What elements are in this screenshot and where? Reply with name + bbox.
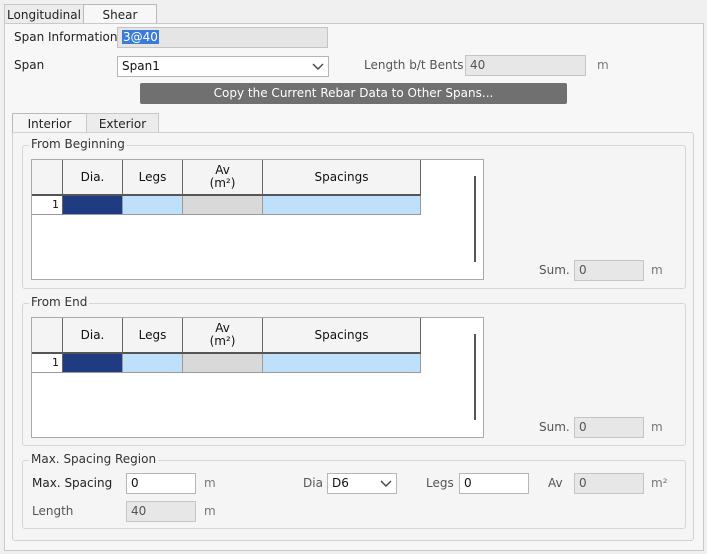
column-header-legs: Legs <box>123 318 183 354</box>
tab-interior[interactable]: Interior <box>12 113 87 133</box>
from-beginning-sum-label: Sum. <box>539 263 570 277</box>
from-end-sum-field: 0 <box>574 417 644 438</box>
length-bt-bents-label: Length b/t Bents <box>364 58 464 72</box>
span-select-value: Span1 <box>122 59 160 73</box>
max-spacing-region-title: Max. Spacing Region <box>29 452 159 466</box>
column-header-spacings: Spacings <box>263 318 421 354</box>
dia-select-value: D6 <box>332 476 349 490</box>
length-label: Length <box>32 504 74 518</box>
av-label: Av <box>548 476 563 490</box>
av-field: 0 <box>574 473 644 494</box>
row-header-corner <box>32 160 63 196</box>
row-header-corner <box>32 318 63 354</box>
span-information-value: 3@40 <box>122 30 159 44</box>
row-number: 1 <box>32 196 63 215</box>
column-header-dia: Dia. <box>63 160 123 196</box>
length-field: 40 <box>126 501 196 522</box>
cell-av <box>183 196 263 215</box>
max-spacing-region-group <box>22 460 686 529</box>
cell-dia[interactable] <box>63 354 123 373</box>
chevron-down-icon <box>380 480 392 487</box>
from-beginning-sum-field: 0 <box>574 260 644 281</box>
cell-spacings[interactable] <box>263 196 421 215</box>
from-beginning-title: From Beginning <box>29 137 127 151</box>
length-unit: m <box>204 504 216 518</box>
av-unit: m² <box>651 476 668 490</box>
copy-rebar-data-button[interactable]: Copy the Current Rebar Data to Other Spa… <box>140 83 567 104</box>
from-beginning-grid[interactable]: Dia. Legs Av (m²) Spacings 1 <box>31 159 484 280</box>
vertical-scrollbar[interactable] <box>474 334 476 420</box>
max-spacing-label: Max. Spacing <box>32 476 113 490</box>
column-header-av: Av (m²) <box>183 160 263 196</box>
tab-longitudinal[interactable]: Longitudinal <box>4 4 84 24</box>
span-information-field[interactable]: 3@40 <box>117 27 328 48</box>
from-end-sum-label: Sum. <box>539 420 570 434</box>
span-label: Span <box>14 58 45 72</box>
from-beginning-sum-unit: m <box>651 263 663 277</box>
from-end-sum-unit: m <box>651 420 663 434</box>
legs-input[interactable]: 0 <box>459 473 529 494</box>
cell-legs[interactable] <box>123 196 183 215</box>
max-spacing-input[interactable]: 0 <box>126 473 196 494</box>
legs-label: Legs <box>426 476 454 490</box>
span-select[interactable]: Span1 <box>117 56 329 77</box>
max-spacing-unit: m <box>204 476 216 490</box>
from-end-grid[interactable]: Dia. Legs Av (m²) Spacings 1 <box>31 317 484 438</box>
chevron-down-icon <box>312 63 324 70</box>
cell-av <box>183 354 263 373</box>
column-header-av: Av (m²) <box>183 318 263 354</box>
row-number: 1 <box>32 354 63 373</box>
dia-select[interactable]: D6 <box>327 473 397 494</box>
dia-label: Dia <box>303 476 323 490</box>
tab-shear[interactable]: Shear <box>83 4 157 24</box>
column-header-legs: Legs <box>123 160 183 196</box>
length-bt-bents-field: 40 <box>465 55 586 76</box>
vertical-scrollbar[interactable] <box>474 176 476 262</box>
from-end-title: From End <box>29 295 90 309</box>
column-header-dia: Dia. <box>63 318 123 354</box>
column-header-spacings: Spacings <box>263 160 421 196</box>
cell-spacings[interactable] <box>263 354 421 373</box>
cell-legs[interactable] <box>123 354 183 373</box>
tab-exterior[interactable]: Exterior <box>86 113 159 133</box>
cell-dia[interactable] <box>63 196 123 215</box>
length-bt-bents-unit: m <box>597 58 609 72</box>
span-information-label: Span Information <box>14 30 118 44</box>
